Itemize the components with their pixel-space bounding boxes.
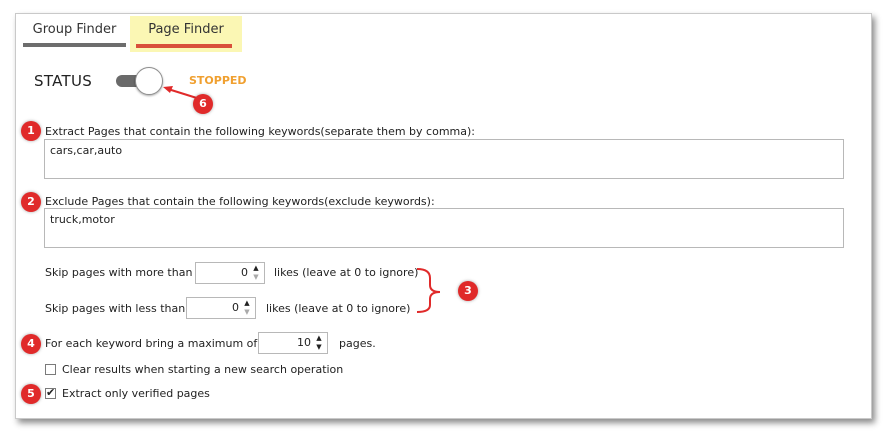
callout-badge-3: 3 <box>458 281 478 301</box>
annotation-overlay <box>163 86 441 313</box>
callout-badge-1: 1 <box>21 121 41 141</box>
callout-badge-2: 2 <box>21 192 41 212</box>
arrow-head-icon <box>163 86 173 93</box>
callout-badge-4: 4 <box>21 334 41 354</box>
callout-badge-5: 5 <box>21 384 41 404</box>
callout-badge-6: 6 <box>193 94 213 114</box>
callout-brace <box>416 268 441 313</box>
